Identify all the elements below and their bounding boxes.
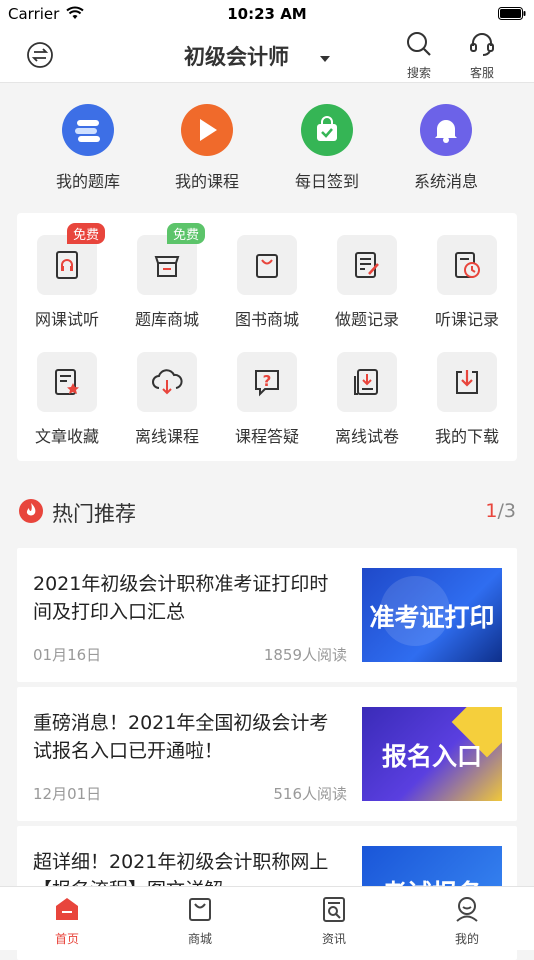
status-bar: Carrier 10:23 AM bbox=[0, 0, 534, 28]
tab-shop[interactable]: 商城 bbox=[160, 895, 240, 947]
article-title: 重磅消息！2021年全国初级会计考试报名入口已开通啦！ bbox=[33, 712, 329, 762]
play-icon bbox=[181, 104, 233, 156]
customer-service-button[interactable]: 客服 bbox=[462, 30, 502, 81]
tool-label: 图书商城 bbox=[234, 310, 299, 329]
switch-exam-icon[interactable] bbox=[26, 41, 54, 69]
article-reads: 1859人阅读 bbox=[263, 646, 347, 664]
cloud-download-icon bbox=[137, 352, 197, 412]
article-card[interactable]: 重磅消息！2021年全国初级会计考试报名入口已开通啦！ 12月01日 516人阅… bbox=[17, 687, 517, 821]
search-label: 搜索 bbox=[406, 66, 431, 80]
tool-label: 文章收藏 bbox=[34, 427, 99, 446]
checkin-bag-icon bbox=[301, 104, 353, 156]
bag-icon bbox=[237, 235, 297, 295]
question-bank-icon bbox=[62, 104, 114, 156]
practice-record-button[interactable]: 做题记录 bbox=[317, 235, 417, 330]
my-question-bank-button[interactable]: 我的题库 bbox=[33, 104, 143, 192]
tool-label: 我的下载 bbox=[434, 427, 499, 446]
hot-section-header: 热门推荐 1/3 bbox=[0, 490, 534, 534]
search-icon bbox=[407, 32, 431, 56]
top-nav-bar: 初级会计师 搜索 客服 bbox=[0, 28, 534, 83]
svg-text:?: ? bbox=[263, 372, 272, 390]
page-indicator: 1/3 bbox=[485, 500, 516, 522]
battery-icon bbox=[498, 7, 526, 20]
tool-label: 题库商城 bbox=[134, 310, 199, 329]
question-shop-button[interactable]: 免费 题库商城 bbox=[117, 223, 217, 330]
free-badge: 免费 bbox=[67, 223, 106, 244]
thumbnail-text: 报名入口 bbox=[381, 742, 482, 771]
quick-actions: 我的题库 我的课程 每日签到 系统消息 bbox=[0, 84, 534, 198]
star-doc-icon bbox=[37, 352, 97, 412]
page-current: 1 bbox=[485, 500, 498, 522]
bottom-tab-bar: 首页 商城 资讯 我的 bbox=[0, 886, 534, 950]
quick-label: 系统消息 bbox=[413, 172, 478, 191]
headset-icon bbox=[470, 33, 494, 56]
daily-checkin-button[interactable]: 每日签到 bbox=[272, 104, 382, 192]
paper-download-icon bbox=[337, 352, 397, 412]
course-qa-button[interactable]: ? 课程答疑 bbox=[217, 352, 317, 447]
offline-courses-button[interactable]: 离线课程 bbox=[117, 352, 217, 447]
status-time: 10:23 AM bbox=[227, 5, 307, 23]
my-downloads-button[interactable]: 我的下载 bbox=[417, 352, 517, 447]
system-messages-button[interactable]: 系统消息 bbox=[391, 104, 501, 192]
page-total: /3 bbox=[497, 500, 517, 522]
download-box-icon bbox=[437, 352, 497, 412]
article-card[interactable]: 2021年初级会计职称准考证打印时间及打印入口汇总 01月16日 1859人阅读… bbox=[17, 548, 517, 682]
tool-label: 离线课程 bbox=[134, 427, 199, 446]
article-title: 2021年初级会计职称准考证打印时间及打印入口汇总 bbox=[33, 573, 329, 623]
book-shop-button[interactable]: 图书商城 bbox=[217, 235, 317, 330]
thumbnail-text: 准考证打印 bbox=[369, 603, 495, 632]
audio-book-icon: 免费 bbox=[37, 223, 106, 295]
offline-papers-button[interactable]: 离线试卷 bbox=[317, 352, 417, 447]
home-icon bbox=[56, 898, 78, 920]
tab-home[interactable]: 首页 bbox=[27, 895, 107, 947]
tab-label: 首页 bbox=[54, 932, 79, 946]
quick-label: 每日签到 bbox=[294, 172, 359, 191]
tab-news[interactable]: 资讯 bbox=[294, 895, 374, 947]
edit-record-icon bbox=[337, 235, 397, 295]
service-label: 客服 bbox=[469, 66, 494, 80]
tool-label: 做题记录 bbox=[334, 310, 399, 329]
shop-bag-icon bbox=[189, 898, 211, 921]
article-favorites-button[interactable]: 文章收藏 bbox=[17, 352, 117, 447]
article-thumbnail: 准考证打印 bbox=[362, 568, 502, 662]
tab-label: 商城 bbox=[187, 932, 212, 946]
tool-label: 听课记录 bbox=[434, 310, 499, 329]
page-title[interactable]: 初级会计师 bbox=[184, 41, 289, 71]
article-date: 12月01日 bbox=[33, 785, 102, 803]
tab-label: 资讯 bbox=[321, 932, 346, 946]
article-thumbnail: 报名入口 bbox=[362, 707, 502, 801]
free-badge: 免费 bbox=[167, 223, 206, 244]
clock-record-icon bbox=[437, 235, 497, 295]
tab-profile[interactable]: 我的 bbox=[427, 895, 507, 947]
tools-grid: 免费 网课试听 免费 题库商城 图书商城 做题记录 听课记录 文章收藏 离线课程… bbox=[17, 213, 517, 461]
fire-icon bbox=[19, 499, 43, 523]
news-icon bbox=[323, 897, 345, 922]
shop-icon: 免费 bbox=[137, 223, 206, 295]
listening-record-button[interactable]: 听课记录 bbox=[417, 235, 517, 330]
search-button[interactable]: 搜索 bbox=[399, 30, 439, 81]
my-courses-button[interactable]: 我的课程 bbox=[152, 104, 262, 192]
tool-label: 网课试听 bbox=[34, 310, 99, 329]
quick-label: 我的课程 bbox=[174, 172, 239, 191]
section-title: 热门推荐 bbox=[52, 502, 136, 526]
question-chat-icon: ? bbox=[237, 352, 297, 412]
trial-lessons-button[interactable]: 免费 网课试听 bbox=[17, 223, 117, 330]
tab-label: 我的 bbox=[454, 932, 479, 946]
profile-icon bbox=[456, 897, 478, 922]
quick-label: 我的题库 bbox=[55, 172, 120, 191]
tool-label: 离线试卷 bbox=[334, 427, 399, 446]
article-reads: 516人阅读 bbox=[273, 785, 347, 803]
article-date: 01月16日 bbox=[33, 646, 102, 664]
chevron-down-icon[interactable] bbox=[320, 56, 330, 62]
bell-icon bbox=[420, 104, 472, 156]
tool-label: 课程答疑 bbox=[234, 427, 299, 446]
